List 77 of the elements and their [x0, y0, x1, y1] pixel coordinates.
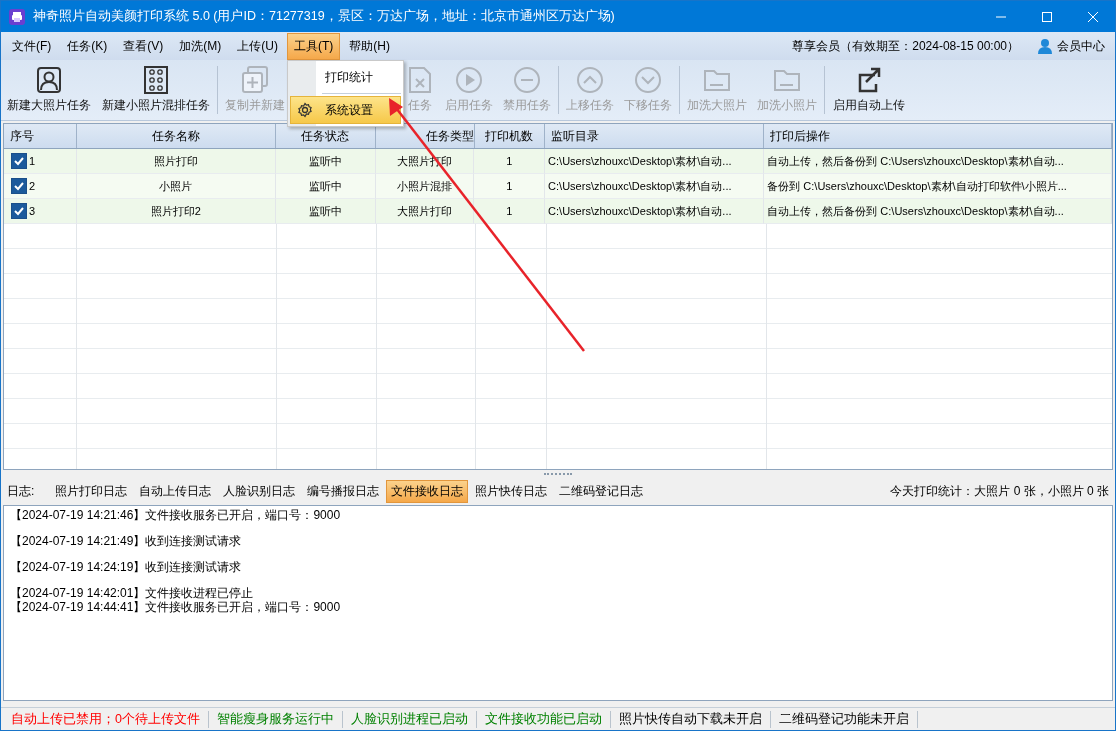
table-cell: 大照片打印 — [397, 203, 452, 219]
status-text: 自动上传已禁用；0个待上传文件 — [3, 710, 209, 728]
table-cell: 小照片 — [159, 178, 193, 194]
dropdown-item[interactable]: 打印统计 — [290, 63, 401, 91]
menu-item[interactable]: 文件(F) — [5, 32, 59, 60]
app-logo-icon — [9, 8, 25, 25]
table-cell: 1 — [506, 205, 513, 217]
status-text: 人脸识别进程已启动 — [342, 710, 477, 728]
table-cell: C:\Users\zhouxc\Desktop\素材\自动... — [548, 178, 732, 194]
window-title: 神奇照片自动美颜打印系统 5.0 (用户ID：71277319，景区：万达广场，地址：北京市通州区万达广场) — [33, 8, 615, 25]
print-summary: 今天打印统计：大照片 0 张，小照片 0 张 — [890, 482, 1109, 500]
table-cell: 照片打印 — [153, 153, 198, 169]
table-cell: 2 — [29, 180, 36, 192]
play-icon — [455, 66, 483, 94]
settings-icon — [297, 102, 313, 118]
table-cell: 1 — [506, 180, 513, 192]
status-text: 智能瘦身服务运行中 — [208, 710, 343, 728]
column-header[interactable]: 监听目录 — [545, 124, 765, 148]
toolbar-button[interactable]: 新建大照片任务 — [1, 60, 97, 120]
member-center-link[interactable]: 会员中心 — [1037, 37, 1105, 55]
user-icon — [1037, 38, 1053, 54]
toolbar-button[interactable]: 启用自动上传 — [827, 60, 911, 120]
column-header[interactable]: 打印后操作 — [764, 124, 1112, 148]
table-cell: 自动上传，然后备份到 C:\Users\zhouxc\Desktop\素材\自动... — [767, 153, 1064, 169]
log-tab[interactable]: 编号播报日志 — [302, 479, 385, 503]
status-text: 二维码登记功能未开启 — [770, 710, 918, 728]
dropdown-item[interactable]: 系统设置 — [290, 96, 401, 124]
table-cell: 自动上传，然后备份到 C:\Users\zhouxc\Desktop\素材\自动... — [767, 203, 1064, 219]
log-line: 【2024-07-19 14:24:19】收到连接测试请求 — [10, 560, 243, 576]
log-label: 日志: — [7, 482, 35, 500]
table-cell: 1 — [506, 155, 513, 167]
log-line: 【2024-07-19 14:44:41】文件接收服务已开启，端口号：9000 — [10, 600, 342, 614]
down-circle-icon — [634, 66, 662, 94]
log-line: 【2024-07-19 14:21:46】文件接收服务已开启，端口号：9000 — [10, 508, 342, 524]
document-delete-icon — [406, 66, 434, 94]
menu-item[interactable]: 上传(U) — [230, 32, 285, 60]
minus-circle-icon — [513, 66, 541, 94]
column-header[interactable]: 序号 — [4, 124, 77, 148]
table-cell: 监听中 — [308, 153, 342, 169]
log-line: 【2024-07-19 14:42:01】文件接收进程已停止 — [10, 586, 255, 600]
row-checkbox[interactable] — [11, 178, 27, 194]
table-cell: 监听中 — [308, 203, 342, 219]
maximize-icon[interactable] — [1041, 10, 1053, 23]
table-cell: 备份到 C:\Users\zhouxc\Desktop\素材\自动打印软件\小照片... — [767, 178, 1067, 194]
group-portrait-icon — [142, 66, 170, 94]
menu-item[interactable]: 查看(V) — [116, 32, 171, 60]
table-cell: C:\Users\zhouxc\Desktop\素材\自动... — [548, 203, 732, 219]
status-text: 照片快传自动下载未开启 — [610, 710, 771, 728]
portrait-icon — [35, 66, 63, 94]
row-checkbox[interactable] — [11, 203, 27, 219]
membership-text: 尊享会员（有效期至：2024-08-15 00:00） — [792, 37, 1019, 55]
log-tab[interactable]: 二维码登记日志 — [554, 479, 649, 503]
close-icon[interactable] — [1087, 10, 1099, 23]
menu-item[interactable]: 加洗(M) — [172, 32, 229, 60]
log-tab[interactable]: 照片打印日志 — [50, 479, 133, 503]
table-cell: 监听中 — [308, 178, 342, 194]
up-circle-icon — [576, 66, 604, 94]
row-checkbox[interactable] — [11, 153, 27, 169]
table-cell: 1 — [29, 155, 36, 167]
copy-add-icon — [241, 66, 269, 94]
menu-item[interactable]: 帮助(H) — [342, 32, 397, 60]
log-line: 【2024-07-19 14:21:49】收到连接测试请求 — [10, 534, 243, 550]
menu-item[interactable]: 任务(K) — [60, 32, 115, 60]
column-header[interactable]: 打印机数 — [474, 124, 546, 148]
menu-item[interactable]: 工具(T) — [287, 32, 341, 60]
status-text: 文件接收功能已启动 — [476, 710, 611, 728]
log-tab[interactable]: 人脸识别日志 — [218, 479, 301, 503]
table-cell: C:\Users\zhouxc\Desktop\素材\自动... — [548, 153, 732, 169]
log-tab[interactable]: 自动上传日志 — [134, 479, 217, 503]
column-header[interactable]: 任务名称 — [76, 124, 276, 148]
log-tab[interactable]: 照片快传日志 — [470, 479, 553, 503]
toolbar-button[interactable]: 新建小照片混排任务 — [97, 60, 215, 120]
table-cell: 小照片混排 — [397, 178, 452, 194]
table-cell: 照片打印2 — [150, 203, 201, 219]
table-cell: 3 — [29, 205, 36, 217]
splitter-grip[interactable] — [544, 473, 572, 477]
log-tab[interactable]: 文件接收日志 — [386, 479, 469, 503]
